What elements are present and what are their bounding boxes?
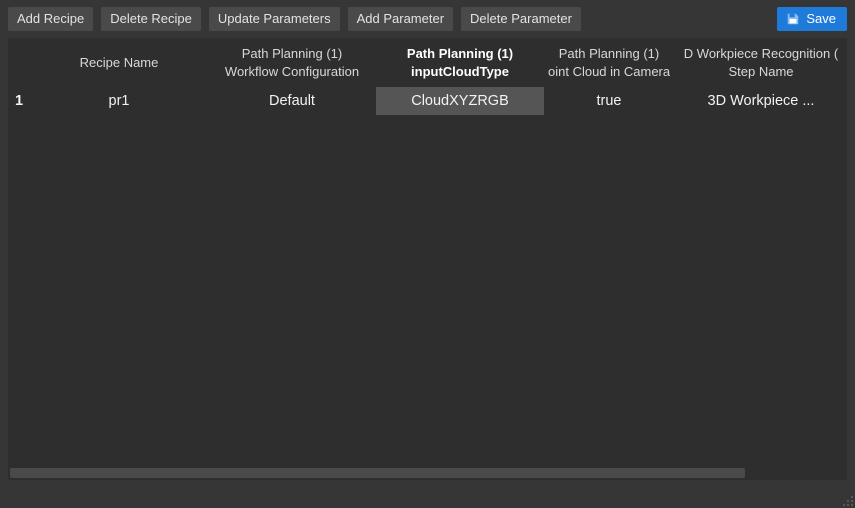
cell-workflow-configuration[interactable]: Default: [208, 87, 376, 115]
add-recipe-button[interactable]: Add Recipe: [8, 7, 93, 31]
add-parameter-button[interactable]: Add Parameter: [348, 7, 453, 31]
cell-recipe-name[interactable]: pr1: [30, 87, 208, 115]
cell-step-name[interactable]: 3D Workpiece ...: [674, 87, 847, 115]
save-icon: [786, 12, 800, 26]
row-number-header: [8, 38, 30, 87]
delete-parameter-button[interactable]: Delete Parameter: [461, 7, 581, 31]
scrollbar-thumb[interactable]: [10, 468, 745, 478]
recipe-table[interactable]: Recipe Name Path Planning (1) Workflow C…: [8, 38, 847, 115]
column-header-step-name[interactable]: D Workpiece Recognition ( Step Name: [674, 38, 847, 87]
table-header-row: Recipe Name Path Planning (1) Workflow C…: [8, 38, 847, 87]
column-header-point-cloud-in-camera[interactable]: Path Planning (1) oint Cloud in Camera: [544, 38, 674, 87]
save-button[interactable]: Save: [777, 7, 847, 31]
column-header-input-cloud-type[interactable]: Path Planning (1) inputCloudType: [376, 38, 544, 87]
resize-grip-icon[interactable]: [842, 495, 854, 507]
update-parameters-button[interactable]: Update Parameters: [209, 7, 340, 31]
column-header-recipe-name[interactable]: Recipe Name: [30, 38, 208, 87]
recipe-table-container: Recipe Name Path Planning (1) Workflow C…: [8, 38, 847, 480]
horizontal-scrollbar[interactable]: [10, 468, 845, 478]
cell-input-cloud-type[interactable]: CloudXYZRGB: [376, 87, 544, 115]
save-button-label: Save: [806, 11, 836, 26]
column-header-workflow-configuration[interactable]: Path Planning (1) Workflow Configuration: [208, 38, 376, 87]
delete-recipe-button[interactable]: Delete Recipe: [101, 7, 201, 31]
toolbar: Add Recipe Delete Recipe Update Paramete…: [0, 0, 855, 38]
table-row[interactable]: 1 pr1 Default CloudXYZRGB true 3D Workpi…: [8, 87, 847, 115]
cell-point-cloud-in-camera[interactable]: true: [544, 87, 674, 115]
row-number-cell: 1: [8, 87, 30, 115]
